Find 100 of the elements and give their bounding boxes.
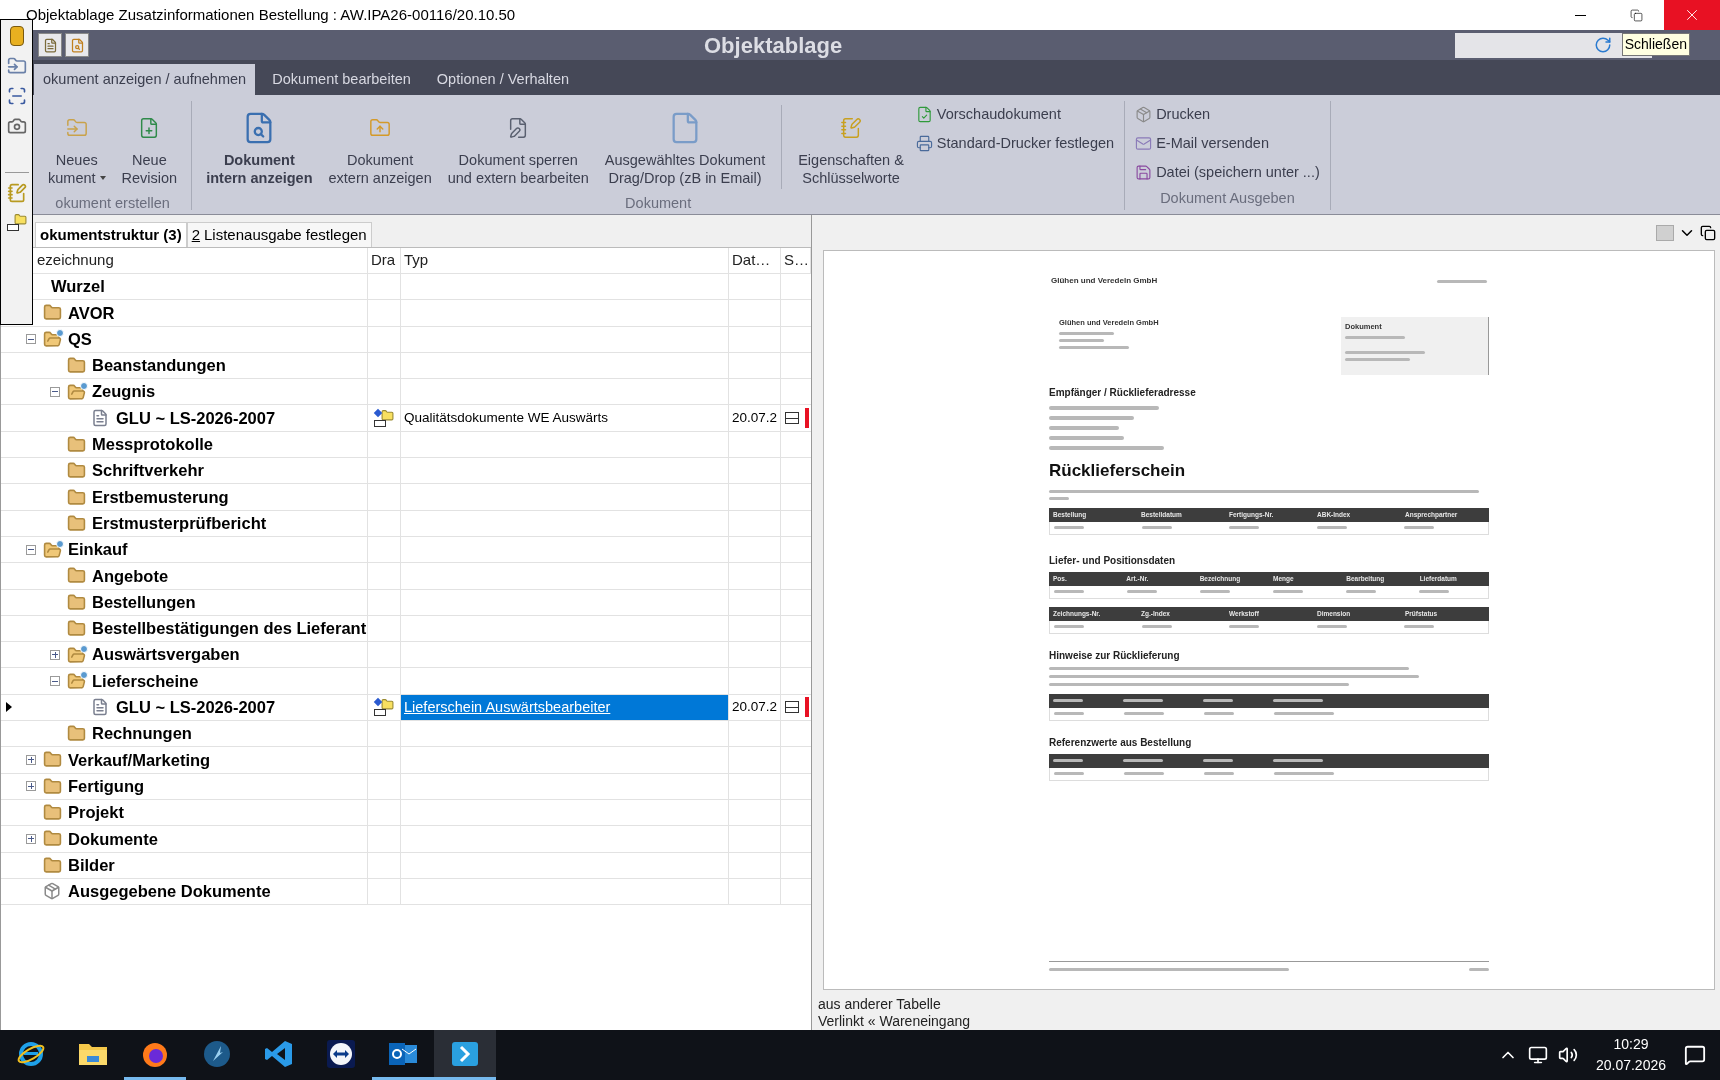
ticket-icon[interactable] (9, 26, 24, 46)
ribbon-button[interactable]: Dokument extern anzeigen (320, 101, 440, 193)
ribbon-tab[interactable]: Optionen / Verhalten (427, 64, 579, 95)
tree-item[interactable]: Auswärtsvergaben (91, 642, 241, 668)
illegible-text (1316, 526, 1347, 529)
tree-item[interactable]: Verkauf/Marketing (67, 747, 212, 773)
illegible-text (1123, 699, 1163, 702)
tree-item[interactable]: Angebote (91, 563, 170, 589)
ribbon-button[interactable]: Dokument intern anzeigen (198, 101, 321, 193)
notification-icon[interactable] (1684, 1044, 1706, 1066)
tree-item[interactable]: Erstmusterprüfbericht (91, 510, 268, 536)
tree-item[interactable]: Lieferscheine (91, 668, 200, 694)
network-icon[interactable] (1527, 1045, 1548, 1065)
tree-item[interactable]: Bilder (67, 852, 116, 878)
illegible-text (1203, 759, 1233, 762)
illegible-text (1273, 759, 1323, 762)
tree-item[interactable]: QS (67, 326, 93, 352)
illegible-text (1054, 772, 1084, 775)
illegible-text (1059, 339, 1104, 343)
ribbon-button[interactable]: Vorschaudokument (915, 104, 1115, 126)
tree-item[interactable]: Wurzel (50, 274, 106, 299)
linked-document-icon (374, 698, 394, 717)
collapse-toggle[interactable] (50, 386, 60, 397)
clock-date[interactable]: 20.07.2026 (1595, 1055, 1666, 1076)
taskbar-app[interactable] (434, 1030, 496, 1080)
tree-item[interactable]: GLU ~ LS-2026-2007 (115, 405, 277, 431)
clock-time[interactable]: 10:29 (1613, 1034, 1649, 1055)
document-icon (91, 409, 109, 428)
ribbon-tab[interactable]: okument anzeigen / aufnehmen (34, 64, 256, 95)
tree-item[interactable]: Einkauf (67, 537, 129, 562)
expand-toggle[interactable] (26, 755, 36, 765)
tree-item[interactable]: Schriftverkehr (91, 458, 205, 484)
tree-item[interactable]: Bestellbestätigungen des Lieferant (91, 616, 368, 641)
ribbon-button[interactable]: Standard-Drucker festlegen (915, 132, 1115, 155)
tree-item[interactable]: Beanstandungen (91, 353, 227, 378)
illegible-text (1346, 590, 1376, 593)
tree-item[interactable]: Erstbemusterung (91, 484, 230, 510)
tree-item[interactable]: AVOR (67, 300, 116, 326)
ribbon-tab[interactable]: Dokument bearbeiten (263, 64, 420, 95)
tree-item[interactable]: Dokumente (67, 826, 159, 852)
ribbon-button[interactable]: Datei (speichern unter ...) (1135, 161, 1320, 184)
page-search-icon (69, 37, 85, 53)
scanner-icon[interactable] (6, 86, 27, 106)
illegible-text (1229, 625, 1260, 628)
collapse-toggle[interactable] (26, 544, 36, 555)
ribbon-button[interactable]: E-Mail versenden (1135, 132, 1320, 155)
linked-document-icon[interactable] (6, 213, 27, 231)
status-bar-mark (805, 697, 809, 718)
tree-item[interactable]: Projekt (67, 800, 125, 825)
folder-icon (67, 724, 86, 744)
panel-tab[interactable]: 2 Listenausgabe festlegen (186, 222, 372, 247)
code-editor-icon (264, 1038, 294, 1069)
clipboard-button[interactable] (38, 33, 62, 57)
remote-arrows-icon (326, 1038, 356, 1069)
tree-item[interactable]: Fertigung (67, 773, 146, 799)
volume-icon[interactable] (1557, 1045, 1578, 1065)
folder-icon (67, 434, 86, 454)
section-heading: Liefer- und Positionsdaten (1049, 553, 1177, 568)
tree-item[interactable]: Ausgegebene Dokumente (67, 879, 272, 904)
ribbon-button[interactable]: Eigenschaften & Schlüsselworte (790, 101, 912, 193)
tree-item[interactable]: GLU ~ LS-2026-2007 (115, 695, 277, 720)
expand-toggle[interactable] (50, 649, 60, 660)
ribbon-button[interactable]: Neue Revision (113, 101, 186, 193)
ribbon-button[interactable]: Ausgewähltes Dokument Drag/Drop (zB in Email) (596, 101, 774, 193)
document-icon (91, 698, 109, 717)
illegible-text (1274, 712, 1334, 715)
table-cell-text: 20.07.2 (731, 698, 778, 717)
tree-item[interactable]: Zeugnis (91, 379, 157, 405)
folder-arrow-icon[interactable] (6, 56, 27, 76)
column-header[interactable]: Typ (404, 249, 429, 272)
ribbon-button[interactable]: Dokument sperren und extern bearbeiten (439, 101, 597, 193)
illegible-text (1204, 712, 1234, 715)
column-header[interactable]: Dat… (732, 249, 771, 272)
shared-folder-icon (67, 644, 88, 665)
refresh-icon[interactable] (1594, 36, 1612, 54)
illegible-text (1053, 699, 1083, 702)
folder-icon (43, 750, 62, 770)
section-heading: Hinweise zur Rücklieferung (1049, 648, 1181, 663)
illegible-text (1054, 625, 1084, 628)
column-header[interactable]: Dra (371, 249, 396, 272)
expand-toggle[interactable] (26, 781, 36, 792)
collapse-toggle[interactable] (50, 676, 60, 687)
collapse-toggle[interactable] (26, 334, 36, 345)
camera-icon[interactable] (6, 116, 27, 136)
expand-toggle[interactable] (26, 833, 36, 844)
ribbon-button[interactable]: Drucken (1135, 104, 1320, 126)
tree-item[interactable]: Messprotokolle (91, 432, 215, 457)
list-icon (785, 701, 799, 714)
tree-item[interactable]: Rechnungen (91, 721, 193, 747)
panel-tab[interactable]: okumentstruktur (3) (35, 222, 187, 247)
ribbon-button[interactable]: Neues kument (40, 101, 114, 193)
column-header[interactable]: ezeichnung (37, 249, 114, 272)
illegible-text (1124, 712, 1164, 715)
tree-item[interactable]: Bestellungen (91, 589, 197, 615)
illegible-text (1437, 279, 1487, 283)
table-cell-text: Qualitätsdokumente WE Auswärts (403, 409, 610, 427)
illegible-text (1404, 625, 1435, 628)
restore-panel-icon[interactable] (1700, 224, 1716, 241)
folder-icon (43, 855, 62, 875)
column-header[interactable]: S… (784, 249, 809, 272)
